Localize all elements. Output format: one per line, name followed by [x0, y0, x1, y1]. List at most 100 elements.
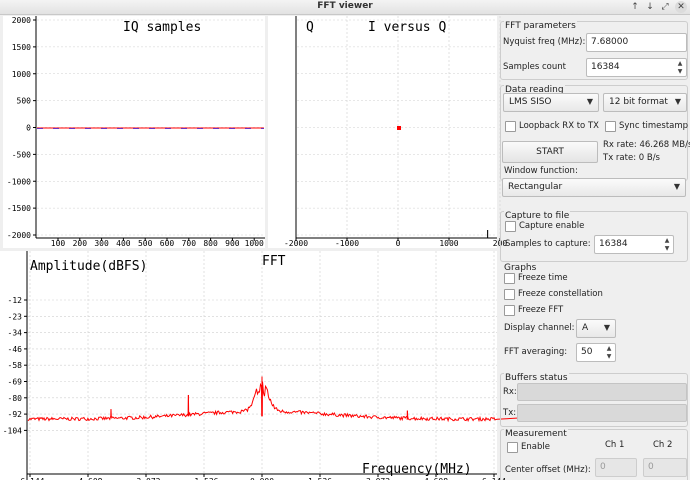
const-x-tick-label: 0 [396, 239, 401, 248]
fft-averaging-value: 50 [581, 347, 593, 357]
sync-timestamp-checkbox[interactable] [605, 121, 616, 132]
samples-to-capture-label: Samples to capture: [505, 239, 591, 249]
sync-timestamp-label: Sync timestamp [619, 121, 689, 131]
nyquist-input[interactable]: 7.68000 [586, 33, 687, 52]
tx-rate: Tx rate: 0 B/s [603, 153, 660, 163]
rx-buffer-bar [517, 383, 687, 401]
spin-arrows-icon[interactable]: ▲ ▼ [676, 60, 684, 76]
keep-above-icon[interactable]: ↑ [629, 1, 641, 13]
iq-y-tick-label: 1500 [12, 43, 31, 52]
iq-y-tick-label: 500 [17, 97, 32, 106]
rx-rate: Rx rate: 46.268 MB/s [603, 140, 690, 150]
ch2-header: Ch 2 [653, 440, 673, 450]
iq-x-tick-label: 700 [182, 239, 197, 248]
const-plot-title: I versus Q [368, 20, 446, 35]
buffers-title: Buffers status [504, 373, 569, 383]
tx-buffer-bar [517, 404, 687, 422]
freeze-fft-label: Freeze FFT [518, 305, 564, 315]
ch1-header: Ch 1 [605, 440, 625, 450]
graphs-title: Graphs [503, 263, 538, 273]
fft-y-tick-label: -46 [8, 345, 23, 354]
const-x-tick-label: 1000 [439, 239, 458, 248]
iq-x-tick-label: 500 [138, 239, 153, 248]
const-x-tick-label: -1000 [335, 239, 359, 248]
sample-format-select[interactable]: 12 bit format ▼ [603, 93, 687, 112]
graphs-group: Graphs Freeze time Freeze constellation … [500, 263, 688, 367]
samples-to-capture-value: 16384 [599, 239, 628, 249]
iq-x-tick-label: 100 [51, 239, 66, 248]
iq-x-tick-label: 300 [94, 239, 109, 248]
fft-plot: -12-23-34-46-58-69-80-92-104 -6.144-4.60… [0, 251, 550, 480]
fft-svg: -12-23-34-46-58-69-80-92-104 -6.144-4.60… [3, 251, 550, 480]
reading-mode-select[interactable]: LMS SISO ▼ [503, 93, 599, 112]
spin-arrows-icon[interactable]: ▲ ▼ [663, 237, 671, 253]
window-function-group: Window function: Rectangular ▼ [500, 166, 688, 201]
fft-y-tick-label: -12 [8, 296, 23, 305]
window-title: FFT viewer [317, 1, 373, 11]
loopback-checkbox[interactable] [505, 121, 516, 132]
chevron-down-icon: ▼ [674, 97, 681, 106]
freeze-constellation-checkbox[interactable] [504, 289, 515, 300]
iq-y-tick-label: -500 [12, 150, 31, 159]
fft-parameters-title: FFT parameters [504, 21, 577, 31]
fft-parameters-group: FFT parameters Nyquist freq (MHz): 7.680… [500, 21, 688, 80]
capture-enable-label: Capture enable [519, 221, 585, 231]
settings-panel: FFT parameters Nyquist freq (MHz): 7.680… [498, 15, 690, 480]
chevron-down-icon: ▼ [603, 323, 610, 332]
sample-format-value: 12 bit format [609, 97, 668, 107]
constellation-point [397, 126, 401, 130]
fft-y-tick-label: -23 [8, 312, 23, 321]
loopback-label: Loopback RX to TX [519, 121, 599, 131]
iq-y-tick-label: -1500 [7, 204, 31, 213]
measurement-group: Measurement Enable Ch 1 Ch 2 Center offs… [500, 429, 688, 480]
iq-x-tick-label: 1000 [245, 239, 264, 248]
freeze-fft-checkbox[interactable] [504, 305, 515, 316]
close-icon[interactable]: ✕ [675, 1, 687, 13]
start-button[interactable]: START [502, 141, 598, 163]
iq-x-tick-label: 800 [203, 239, 218, 248]
fft-y-tick-label: -58 [8, 361, 23, 370]
iq-x-tick-label: 600 [160, 239, 175, 248]
measurement-enable-checkbox[interactable] [507, 442, 518, 453]
maximize-icon[interactable]: ⤢ [659, 1, 671, 13]
ch1-center-offset-input[interactable]: 0 [595, 458, 637, 477]
reading-mode-value: LMS SISO [509, 97, 552, 107]
display-channel-label: Display channel: [504, 323, 575, 333]
fft-y-tick-label: -104 [3, 426, 22, 435]
iq-y-tick-label: 2000 [12, 16, 31, 25]
samples-count-label: Samples count [503, 62, 566, 72]
iq-x-tick-label: 400 [116, 239, 131, 248]
iq-y-tick-label: -2000 [7, 231, 31, 240]
capture-enable-checkbox[interactable] [505, 221, 516, 232]
window-function-label: Window function: [504, 166, 578, 176]
constellation-svg: -2000 -1000 0 1000 200 Q I versus Q I [284, 16, 507, 248]
nyquist-label: Nyquist freq (MHz): [503, 37, 586, 47]
fft-ylabel: Amplitude(dBFS) [30, 259, 147, 274]
center-offset-label: Center offset (MHz): [505, 465, 591, 475]
window-function-select[interactable]: Rectangular ▼ [502, 178, 686, 197]
window-titlebar: FFT viewer ↑ ↓ ⤢ ✕ [0, 0, 690, 15]
fft-y-tick-label: -92 [8, 410, 23, 419]
buffers-group: Buffers status Rx: Tx: [500, 373, 688, 427]
samples-count-input[interactable]: 16384 ▲ ▼ [586, 58, 687, 77]
display-channel-value: A [582, 323, 589, 333]
keep-below-icon[interactable]: ↓ [644, 1, 656, 13]
iq-x-tick-label: 200 [73, 239, 88, 248]
spin-arrows-icon[interactable]: ▲ ▼ [605, 345, 613, 361]
const-title-q: Q [306, 20, 314, 35]
samples-count-value: 16384 [591, 62, 620, 72]
fft-averaging-input[interactable]: 50 ▲ ▼ [576, 343, 616, 362]
freeze-time-checkbox[interactable] [504, 273, 515, 284]
display-channel-select[interactable]: A ▼ [576, 319, 616, 338]
samples-to-capture-input[interactable]: 16384 ▲ ▼ [594, 235, 674, 254]
rx-buffer-label: Rx: [503, 387, 517, 397]
capture-title: Capture to file [504, 211, 571, 221]
text-cursor-icon: I [486, 228, 489, 241]
ch2-center-offset-input[interactable]: 0 [643, 458, 687, 477]
iq-y-tick-label: 1000 [12, 70, 31, 79]
iq-y-tick-label: -1000 [7, 177, 31, 186]
measurement-enable-label: Enable [521, 442, 550, 452]
measurement-title: Measurement [504, 429, 568, 439]
fft-y-tick-label: -34 [8, 329, 23, 338]
window-function-value: Rectangular [508, 182, 563, 192]
